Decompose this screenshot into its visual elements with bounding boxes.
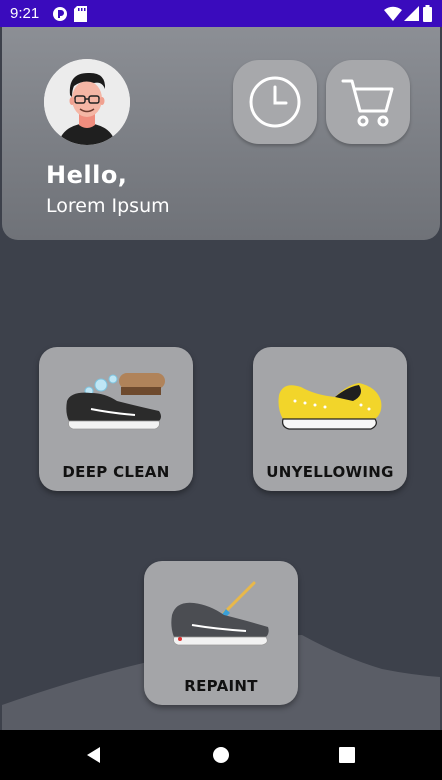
app-screen: Hello, Lorem Ipsum DEEP CLEAN UNYELLOWIN… — [2, 27, 440, 730]
home-circle-icon — [213, 747, 229, 763]
status-time: 9:21 — [10, 5, 40, 22]
profile-header: Hello, Lorem Ipsum — [2, 27, 440, 240]
app-notification-icon — [52, 6, 68, 26]
cart-button[interactable] — [326, 60, 410, 144]
battery-icon — [423, 5, 432, 26]
clock-icon — [249, 76, 301, 128]
signal-icon — [404, 6, 419, 25]
navigation-bar — [0, 730, 442, 780]
unyellowing-label: UNYELLOWING — [266, 463, 394, 481]
recents-square-icon — [339, 747, 355, 763]
history-button[interactable] — [233, 60, 317, 144]
cart-icon — [341, 79, 394, 127]
repaint-label: REPAINT — [184, 677, 258, 695]
repaint-sneaker-icon — [171, 581, 269, 646]
unyellowing-sneaker-icon — [278, 383, 382, 430]
wifi-icon — [384, 6, 402, 25]
home-button[interactable] — [191, 730, 251, 780]
back-button[interactable] — [64, 730, 124, 780]
unyellowing-card[interactable]: UNYELLOWING — [253, 347, 407, 491]
recents-button[interactable] — [317, 730, 377, 780]
avatar[interactable] — [44, 59, 130, 145]
username-text: Lorem Ipsum — [46, 195, 170, 217]
sd-card-icon — [74, 6, 87, 26]
avatar-illustration — [44, 59, 130, 145]
greeting-text: Hello, — [46, 161, 128, 189]
back-triangle-icon — [87, 747, 100, 763]
status-bar: 9:21 — [0, 0, 442, 27]
repaint-card[interactable]: REPAINT — [144, 561, 298, 705]
deep-clean-label: DEEP CLEAN — [62, 463, 170, 481]
deep-clean-card[interactable]: DEEP CLEAN — [39, 347, 193, 491]
deep-clean-sneaker-icon — [66, 373, 165, 430]
